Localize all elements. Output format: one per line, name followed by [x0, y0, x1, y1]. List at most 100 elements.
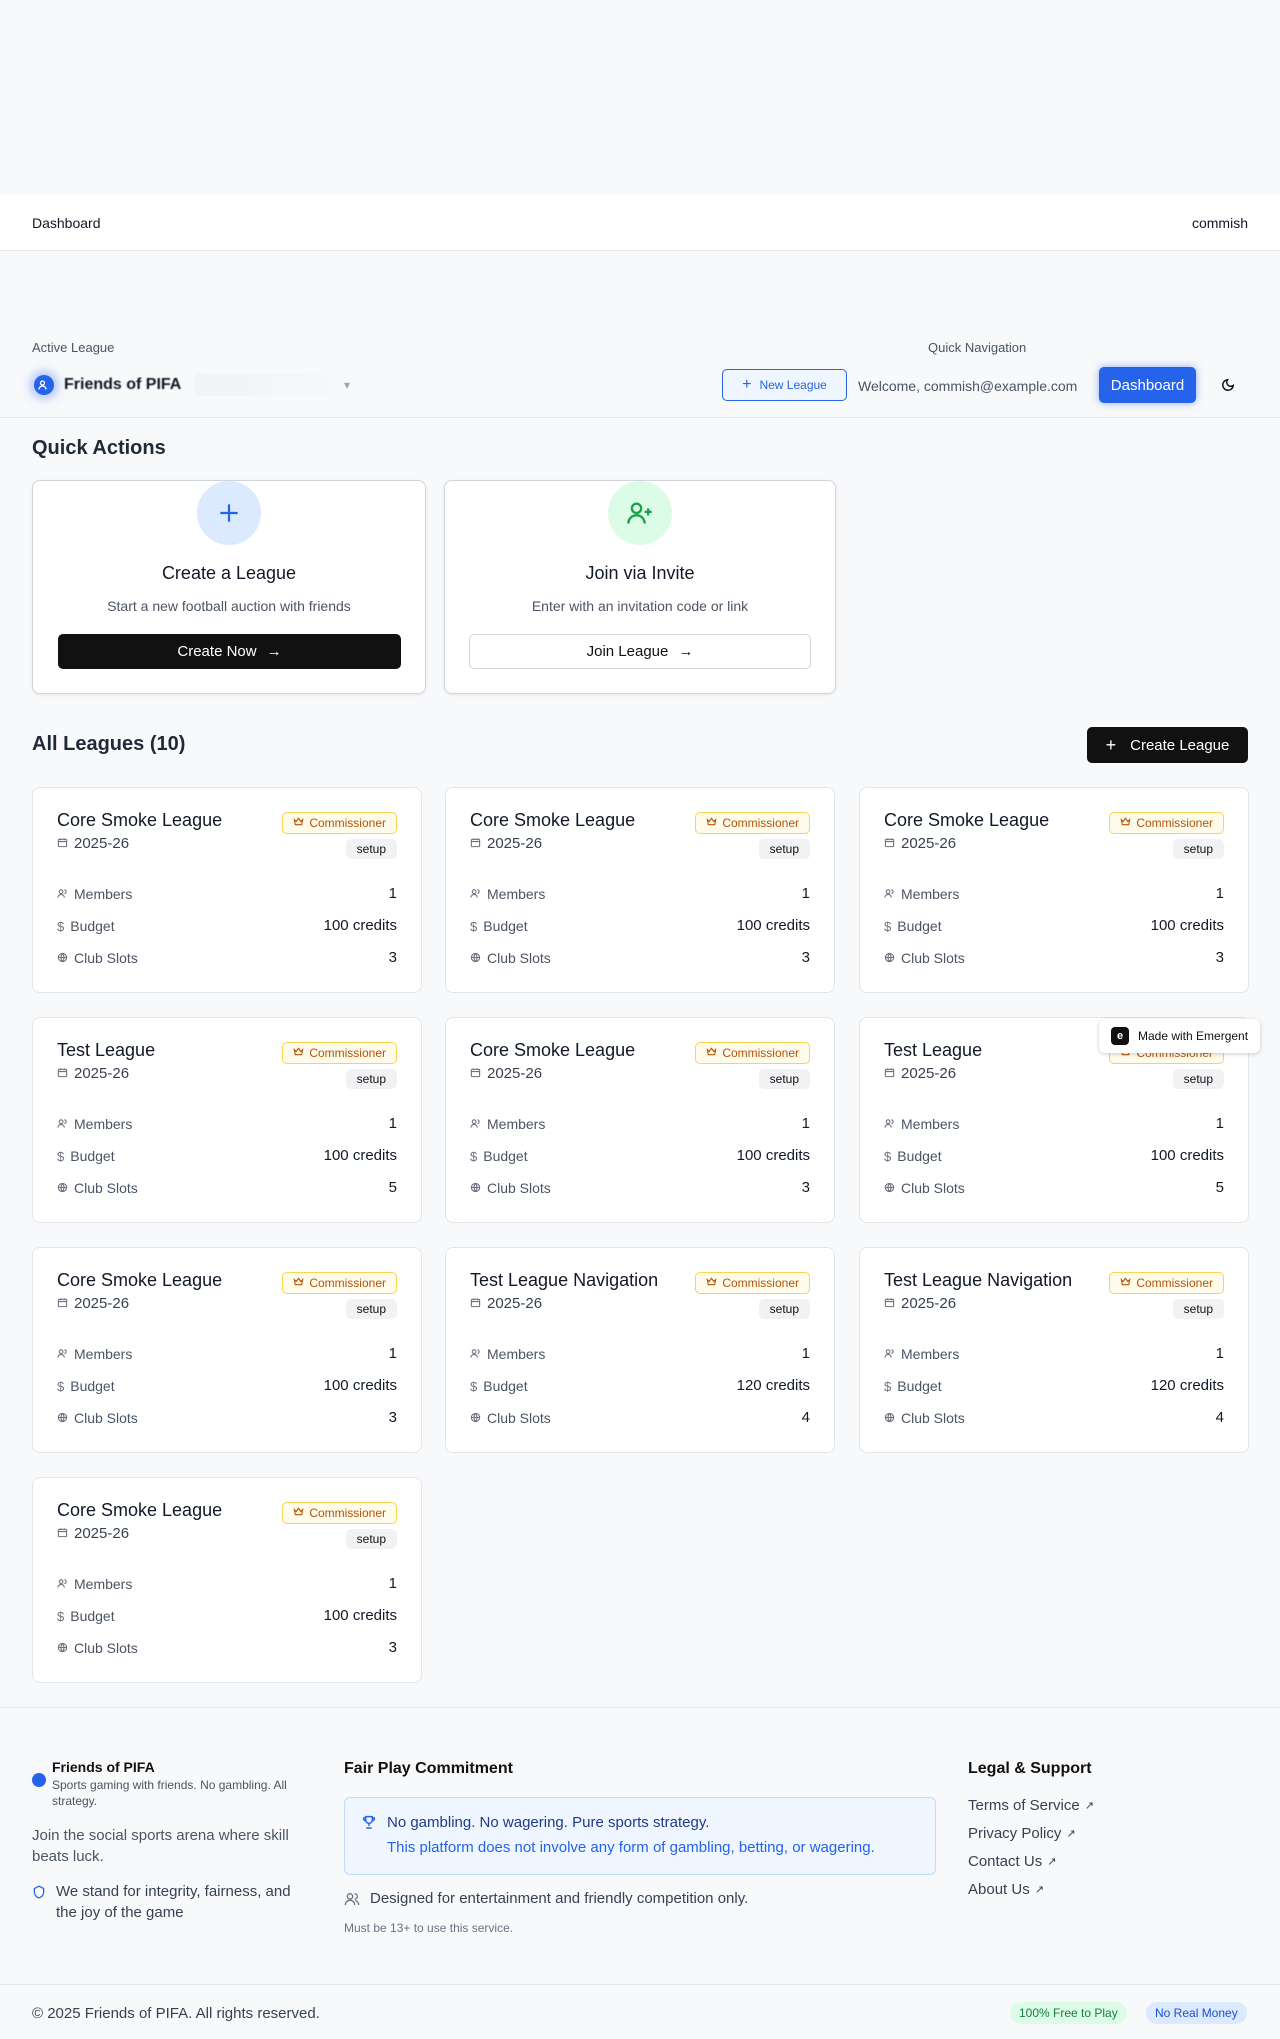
- league-card[interactable]: Test League Navigation 2025-26 Commissione…: [859, 1247, 1249, 1453]
- active-league-name: Friends of PIFA: [64, 376, 182, 393]
- dollar-icon: $: [884, 1148, 892, 1164]
- budget-value: 100 credits: [736, 1147, 810, 1164]
- about-link[interactable]: About Us ↗: [968, 1881, 1044, 1898]
- footer-brand-name: Friends of PIFA: [52, 1759, 155, 1775]
- crown-icon: [1120, 1276, 1131, 1290]
- commissioner-label: Commissioner: [309, 1276, 386, 1290]
- league-card[interactable]: Core Smoke League 2025-26 Commissioner setu…: [445, 1017, 835, 1223]
- plus-icon: +: [742, 376, 752, 393]
- club-slots-value: 3: [388, 1639, 397, 1656]
- club-slots-value: 4: [1215, 1409, 1224, 1426]
- crown-icon: [706, 1046, 717, 1060]
- user-name[interactable]: commish: [1192, 215, 1248, 231]
- club-slots-row: Club Slots 5: [57, 1179, 397, 1196]
- members-row: Members 1: [884, 1115, 1224, 1132]
- globe-icon: [884, 1410, 895, 1426]
- contact-link[interactable]: Contact Us ↗: [968, 1853, 1056, 1870]
- commissioner-badge: Commissioner: [282, 1272, 397, 1294]
- members-label: Members: [901, 885, 960, 902]
- league-icon: [34, 375, 54, 395]
- club-slots-label: Club Slots: [74, 1179, 138, 1196]
- commissioner-badge: Commissioner: [695, 812, 810, 834]
- league-card[interactable]: Core Smoke League 2025-26 Commissioner setu…: [859, 787, 1249, 993]
- club-slots-row: Club Slots 3: [470, 949, 810, 966]
- join-league-button[interactable]: Join League →: [469, 634, 811, 669]
- commissioner-label: Commissioner: [722, 1276, 799, 1290]
- footer-designed: Designed for entertainment and friendly …: [344, 1890, 748, 1907]
- club-slots-value: 3: [801, 1179, 810, 1196]
- calendar-icon: [57, 835, 68, 852]
- privacy-link[interactable]: Privacy Policy ↗: [968, 1825, 1076, 1842]
- club-slots-value: 3: [1215, 949, 1224, 966]
- members-row: Members 1: [884, 885, 1224, 902]
- budget-row: $ Budget 100 credits: [57, 917, 397, 934]
- join-invite-card-title: Join via Invite: [585, 563, 695, 583]
- league-season-value: 2025-26: [74, 1065, 130, 1082]
- dark-mode-toggle[interactable]: [1217, 374, 1239, 396]
- status-badge: setup: [345, 1529, 397, 1549]
- commissioner-label: Commissioner: [1136, 1276, 1213, 1290]
- members-label: Members: [74, 1115, 133, 1132]
- members-label: Members: [487, 1115, 546, 1132]
- active-league-select[interactable]: Friends of PIFA ▾: [30, 369, 350, 401]
- users-icon: [344, 1892, 360, 1905]
- create-league-button[interactable]: + Create League: [1087, 727, 1248, 763]
- user-plus-icon: [608, 481, 672, 545]
- fair-play-title: Fair Play Commitment: [344, 1760, 513, 1777]
- league-card[interactable]: Core Smoke League 2025-26 Commissioner setu…: [32, 1247, 422, 1453]
- footer: Friends of PIFA Sports gaming with frien…: [0, 1707, 1280, 2039]
- league-card[interactable]: Core Smoke League 2025-26 Commissioner setu…: [445, 787, 835, 993]
- budget-row: $ Budget 100 credits: [57, 1147, 397, 1164]
- members-value: 1: [388, 1115, 397, 1132]
- external-link-icon: ↗: [1047, 1856, 1057, 1868]
- breadcrumb-current[interactable]: Dashboard: [32, 215, 101, 231]
- globe-icon: [57, 1180, 68, 1196]
- budget-row: $ Budget 100 credits: [884, 917, 1224, 934]
- league-card[interactable]: Core Smoke League 2025-26 Commissioner setu…: [32, 1477, 422, 1683]
- league-season-value: 2025-26: [74, 1295, 130, 1312]
- league-card[interactable]: Core Smoke League 2025-26 Commissioner setu…: [32, 787, 422, 993]
- footer-brand: Friends of PIFA Sports gaming with frien…: [32, 1759, 307, 1809]
- calendar-icon: [884, 1295, 895, 1312]
- new-league-button[interactable]: + New League: [722, 369, 847, 401]
- all-leagues-title: All Leagues (10): [32, 733, 186, 755]
- league-name: Core Smoke League: [884, 810, 1050, 830]
- league-season: 2025-26: [57, 1525, 129, 1542]
- budget-value: 100 credits: [1150, 917, 1224, 934]
- budget-label: Budget: [483, 1377, 528, 1394]
- club-slots-value: 3: [388, 949, 397, 966]
- terms-link[interactable]: Terms of Service ↗: [968, 1797, 1094, 1814]
- club-slots-value: 5: [388, 1179, 397, 1196]
- external-link-icon: ↗: [1034, 1884, 1044, 1896]
- fair-play-line1: No gambling. No wagering. Pure sports st…: [387, 1814, 710, 1831]
- crown-icon: [706, 1276, 717, 1290]
- emergent-logo-icon: e: [1111, 1027, 1129, 1045]
- league-bar: Active League Quick Navigation Friends o…: [0, 335, 1280, 418]
- league-season: 2025-26: [57, 835, 129, 852]
- league-season: 2025-26: [884, 1065, 956, 1082]
- league-card[interactable]: Test League Navigation 2025-26 Commissione…: [445, 1247, 835, 1453]
- league-season: 2025-26: [470, 1295, 542, 1312]
- members-row: Members 1: [57, 885, 397, 902]
- club-slots-label: Club Slots: [901, 1179, 965, 1196]
- members-row: Members 1: [470, 885, 810, 902]
- dollar-icon: $: [470, 1378, 478, 1394]
- dashboard-button[interactable]: Dashboard: [1099, 367, 1196, 403]
- made-with-emergent-badge[interactable]: e Made with Emergent: [1099, 1019, 1260, 1053]
- dollar-icon: $: [470, 918, 478, 934]
- members-value: 1: [801, 1115, 810, 1132]
- no-real-money-badge: No Real Money: [1146, 2002, 1247, 2024]
- users-icon: [57, 1346, 68, 1362]
- about-link-label: About Us: [968, 1881, 1030, 1898]
- members-value: 1: [1215, 1115, 1224, 1132]
- plus-icon: +: [1105, 735, 1117, 755]
- commissioner-badge: Commissioner: [695, 1042, 810, 1064]
- league-season-value: 2025-26: [74, 1525, 130, 1542]
- create-now-button[interactable]: Create Now →: [58, 634, 401, 669]
- members-row: Members 1: [470, 1115, 810, 1132]
- club-slots-label: Club Slots: [74, 1639, 138, 1656]
- league-card[interactable]: Test League 2025-26 Commissioner setup Membe…: [32, 1017, 422, 1223]
- club-slots-row: Club Slots 5: [884, 1179, 1224, 1196]
- create-league-card: Create a League Start a new football auc…: [32, 480, 426, 694]
- crown-icon: [1120, 816, 1131, 830]
